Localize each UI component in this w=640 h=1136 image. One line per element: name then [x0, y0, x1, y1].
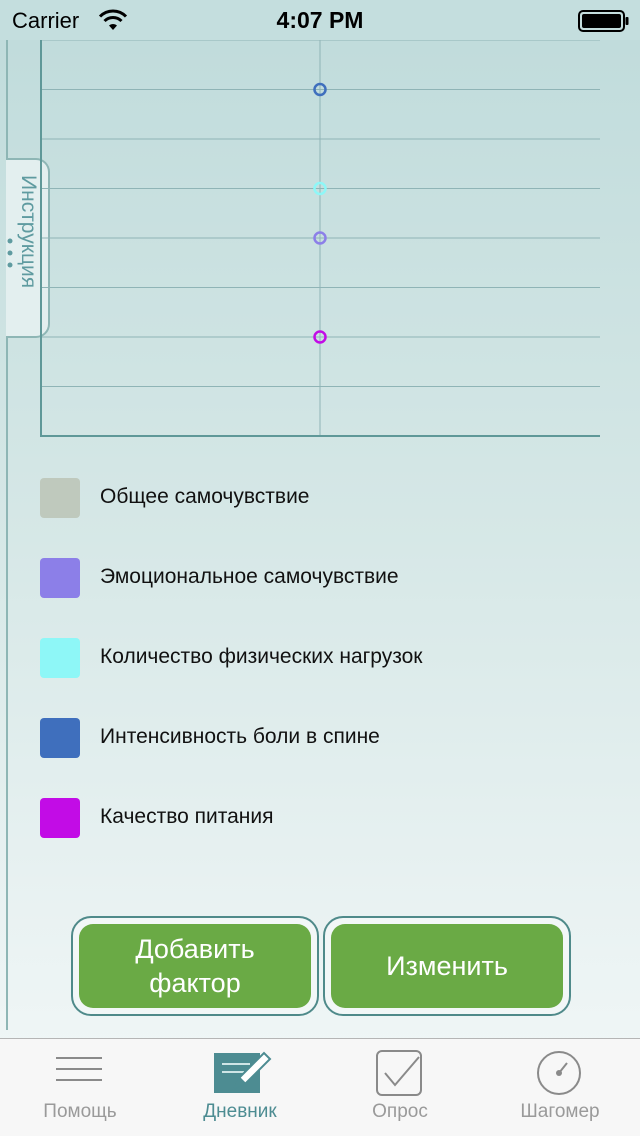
- tab-pedometer[interactable]: Шагомер: [480, 1039, 640, 1136]
- add-factor-button[interactable]: Добавить фактор: [79, 924, 311, 1008]
- legend-item: Эмоциональное самочувствие: [40, 558, 620, 638]
- legend-item: Качество питания: [40, 798, 620, 878]
- tab-bar: Помощь Дневник Опрос Шагомер: [0, 1038, 640, 1136]
- tab-help-label: Помощь: [43, 1101, 117, 1122]
- legend-swatch: [40, 798, 80, 838]
- add-factor-button-frame: Добавить фактор: [71, 916, 319, 1016]
- legend-swatch: [40, 558, 80, 598]
- edit-button-frame: Изменить: [323, 916, 571, 1016]
- status-bar: Carrier 4:07 PM: [0, 0, 640, 40]
- diary-icon: [214, 1051, 272, 1093]
- legend-swatch: [40, 638, 80, 678]
- diary-chart: [40, 40, 600, 437]
- menu-icon: [56, 1057, 102, 1081]
- tab-diary-label: Дневник: [203, 1101, 277, 1122]
- legend-swatch: [40, 718, 80, 758]
- tab-diary[interactable]: Дневник: [160, 1039, 320, 1136]
- tab-help[interactable]: Помощь: [0, 1039, 160, 1136]
- legend-label: Общее самочувствие: [100, 485, 310, 508]
- legend-label: Интенсивность боли в спине: [100, 725, 380, 748]
- battery-icon: [578, 10, 629, 32]
- legend-item: Общее самочувствие: [40, 478, 620, 558]
- chart-legend: Общее самочувствие Эмоциональное самочув…: [40, 478, 620, 878]
- tab-survey-label: Опрос: [372, 1101, 428, 1122]
- tab-survey[interactable]: Опрос: [320, 1039, 480, 1136]
- checkbox-icon: [376, 1050, 422, 1096]
- legend-item: Количество физических нагрузок: [40, 638, 620, 718]
- gauge-icon: [537, 1051, 581, 1095]
- legend-item: Интенсивность боли в спине: [40, 718, 620, 798]
- legend-label: Качество питания: [100, 805, 274, 828]
- legend-label: Эмоциональное самочувствие: [100, 565, 399, 588]
- chart-grid: [40, 40, 600, 436]
- legend-label: Количество физических нагрузок: [100, 645, 423, 668]
- status-time: 4:07 PM: [276, 7, 364, 33]
- edit-button[interactable]: Изменить: [331, 924, 563, 1008]
- legend-swatch: [40, 478, 80, 518]
- tab-pedometer-label: Шагомер: [520, 1101, 600, 1122]
